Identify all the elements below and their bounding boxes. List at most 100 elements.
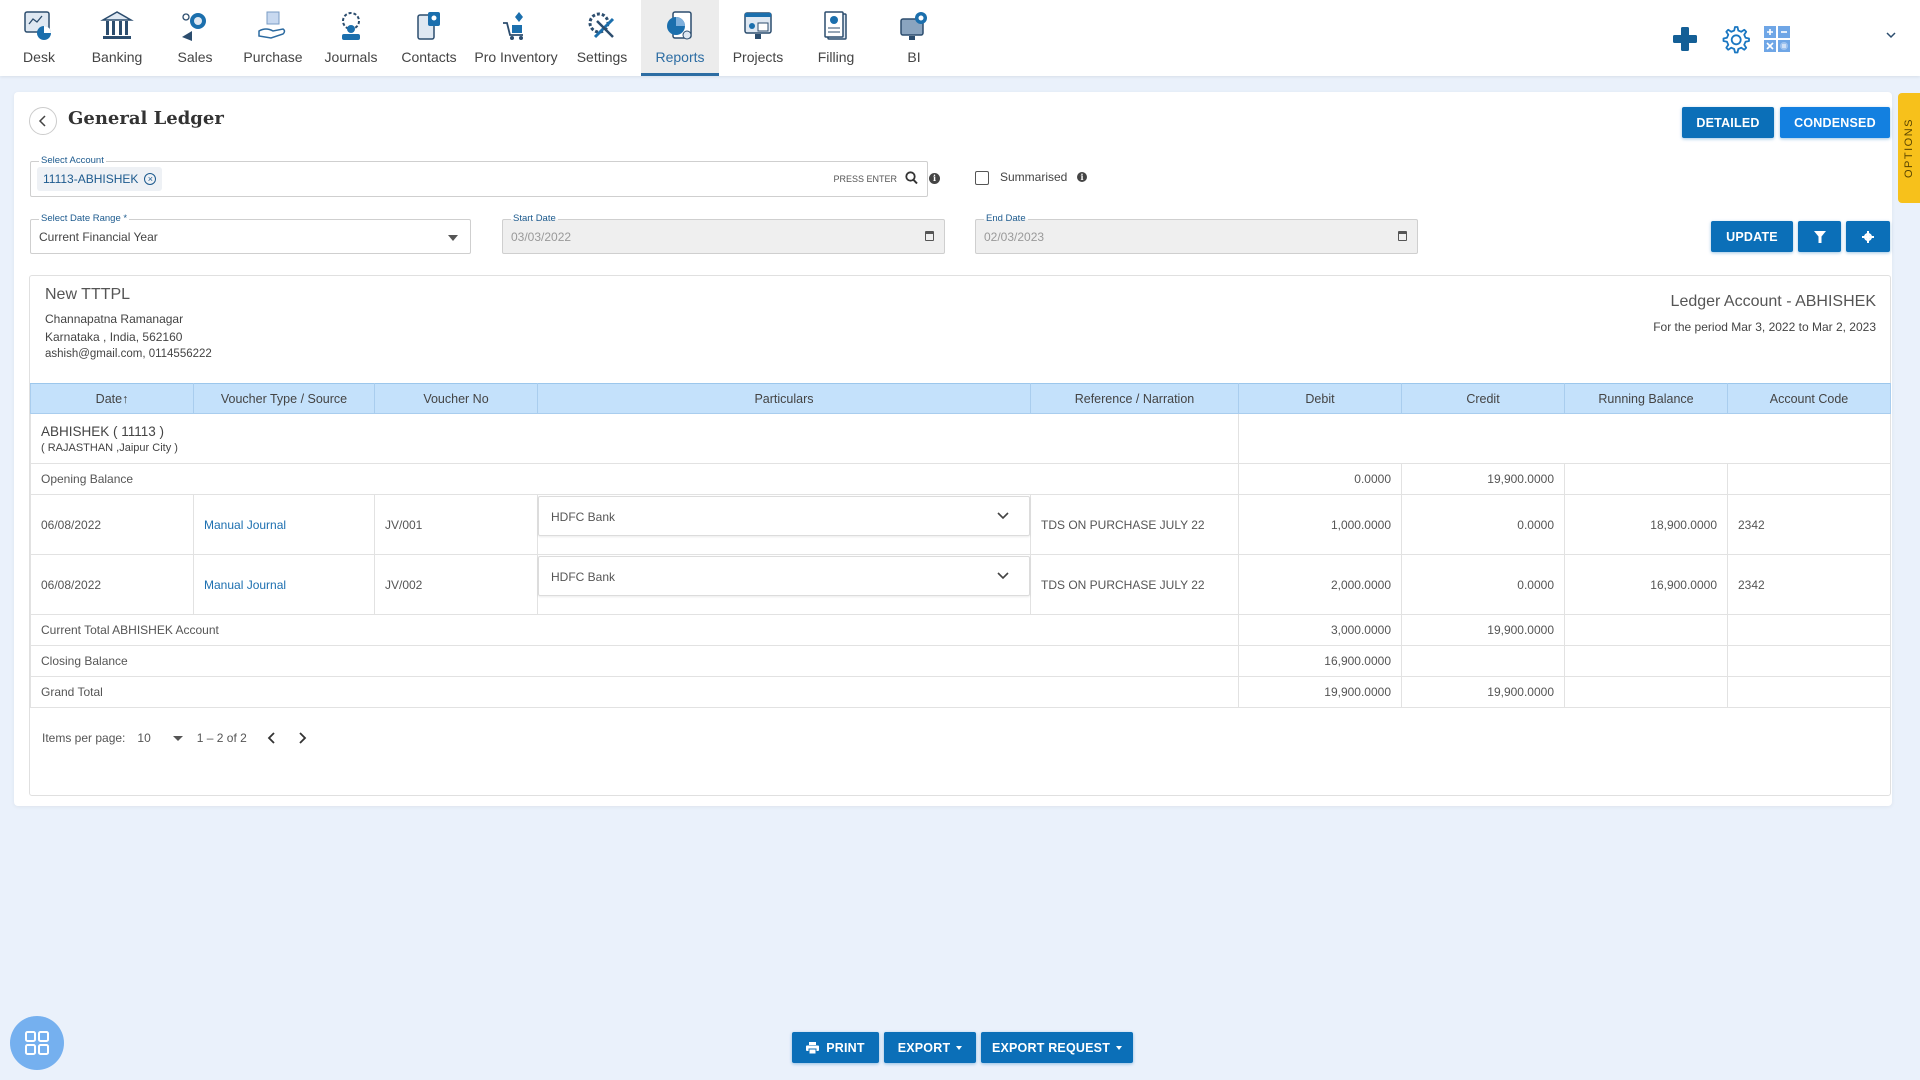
grand-total-credit: 19,900.0000 <box>1401 676 1565 708</box>
caret-down-icon <box>956 1045 963 1050</box>
filling-icon <box>824 11 847 40</box>
start-date-field[interactable]: Start Date 03/03/2022 <box>502 213 945 254</box>
voucher-no: JV/001 <box>374 494 538 555</box>
closing-debit: 16,900.0000 <box>1238 645 1402 677</box>
paginator: Items per page: 10 1 – 2 of 2 <box>42 731 307 745</box>
print-label: PRINT <box>826 1040 865 1055</box>
info-icon[interactable]: i <box>929 173 940 184</box>
nav-item-reports[interactable]: Reports <box>641 0 719 76</box>
column-header-account-code: Account Code <box>1727 383 1891 414</box>
particulars-dropdown[interactable]: HDFC Bank <box>538 556 1030 596</box>
chevron-left-icon <box>38 115 46 127</box>
ledger-period: For the period Mar 3, 2022 to Mar 2, 202… <box>1653 320 1876 334</box>
bank-icon <box>100 11 134 39</box>
export-button[interactable]: EXPORT <box>884 1032 976 1063</box>
narration: TDS ON PURCHASE JULY 22 <box>1030 554 1239 615</box>
opening-debit: 0.0000 <box>1238 463 1402 495</box>
field-label: Start Date <box>511 213 558 225</box>
closing-balance-row: Closing Balance 16,900.0000 <box>30 645 1891 677</box>
date-range-select[interactable]: Select Date Range * Current Financial Ye… <box>30 213 471 254</box>
nav-label: BI <box>907 49 921 65</box>
nav-item-journals[interactable]: Journals <box>312 0 390 76</box>
row-date: 06/08/2022 <box>30 494 194 555</box>
nav-label: Contacts <box>401 49 457 65</box>
nav-label: Purchase <box>243 49 303 65</box>
bi-icon <box>900 12 927 40</box>
detailed-button[interactable]: DETAILED <box>1682 107 1774 138</box>
current-total-label: Current Total ABHISHEK Account <box>30 614 1239 646</box>
current-total-credit: 19,900.0000 <box>1401 614 1565 646</box>
nav-label: Journals <box>324 49 378 65</box>
top-navigation: Desk Banking Sales Purchase Journals Con… <box>0 0 1920 76</box>
address-line-2: Karnataka , India, 562160 <box>45 330 183 344</box>
items-per-page-label: Items per page: <box>42 731 126 745</box>
row-date: 06/08/2022 <box>30 554 194 615</box>
print-button[interactable]: PRINT <box>792 1032 879 1063</box>
nav-item-sales[interactable]: Sales <box>156 0 234 76</box>
nav-item-settings[interactable]: Settings <box>563 0 641 76</box>
select-account-field[interactable]: Select Account 11113-ABHISHEK × PRESS EN… <box>30 155 928 197</box>
info-icon[interactable]: i <box>1077 172 1087 182</box>
particulars-dropdown[interactable]: HDFC Bank <box>538 496 1030 536</box>
current-total-row: Current Total ABHISHEK Account 3,000.000… <box>30 614 1891 646</box>
calculator-icon[interactable] <box>1762 24 1792 54</box>
voucher-type-link[interactable]: Manual Journal <box>193 554 375 615</box>
ledger-table: Date↑ Voucher Type / Source Voucher No P… <box>30 383 1891 708</box>
column-header-running-balance: Running Balance <box>1564 383 1728 414</box>
nav-item-bi[interactable]: BI <box>875 0 953 76</box>
previous-page-button[interactable] <box>267 732 277 744</box>
opening-balance-row: Opening Balance 0.0000 19,900.0000 <box>30 463 1891 495</box>
chevron-down-icon[interactable] <box>1884 28 1898 42</box>
plus-icon[interactable] <box>1670 24 1700 54</box>
voucher-no: JV/002 <box>374 554 538 615</box>
chevron-down-icon <box>997 512 1009 520</box>
settings-icon <box>588 12 615 39</box>
items-per-page-select[interactable]: 10 <box>137 731 183 745</box>
apps-launcher-button[interactable] <box>10 1016 64 1070</box>
search-icon[interactable] <box>905 171 918 185</box>
export-label: EXPORT <box>897 1040 951 1055</box>
next-page-button[interactable] <box>297 732 307 744</box>
nav-item-desk[interactable]: Desk <box>0 0 78 76</box>
export-request-button[interactable]: EXPORT REQUEST <box>981 1032 1133 1063</box>
calendar-icon[interactable] <box>1398 231 1407 241</box>
column-header-particulars: Particulars <box>537 383 1031 414</box>
credit: 0.0000 <box>1401 494 1565 555</box>
nav-item-banking[interactable]: Banking <box>78 0 156 76</box>
condensed-button[interactable]: CONDENSED <box>1780 107 1890 138</box>
column-header-voucher-type: Voucher Type / Source <box>193 383 375 414</box>
table-row: 06/08/2022 Manual Journal JV/001 HDFC Ba… <box>30 494 1891 555</box>
nav-item-purchase[interactable]: Purchase <box>234 0 312 76</box>
nav-label: Reports <box>655 49 705 65</box>
settings-button[interactable] <box>1846 221 1890 252</box>
projects-icon <box>744 12 772 39</box>
gear-icon[interactable] <box>1720 24 1750 54</box>
nav-item-pro-inventory[interactable]: Pro Inventory <box>468 0 564 76</box>
options-tab[interactable]: OPTIONS <box>1898 93 1920 203</box>
company-contact: ashish@gmail.com, 0114556222 <box>45 348 212 360</box>
column-header-date[interactable]: Date↑ <box>30 383 194 414</box>
running-balance: 18,900.0000 <box>1564 494 1728 555</box>
column-header-credit: Credit <box>1401 383 1565 414</box>
back-button[interactable] <box>29 107 57 135</box>
summarised-checkbox[interactable] <box>975 171 989 185</box>
nav-item-projects[interactable]: Projects <box>719 0 797 76</box>
end-date-value: 02/03/2023 <box>984 230 1045 244</box>
address-line-1: Channapatna Ramanagar <box>45 312 184 326</box>
remove-chip-icon[interactable]: × <box>144 173 157 185</box>
nav-item-filling[interactable]: Filling <box>797 0 875 76</box>
nav-label: Pro Inventory <box>474 49 558 65</box>
current-total-debit: 3,000.0000 <box>1238 614 1402 646</box>
column-header-narration: Reference / Narration <box>1030 383 1239 414</box>
update-button[interactable]: UPDATE <box>1711 221 1793 252</box>
column-header-voucher-no: Voucher No <box>374 383 538 414</box>
voucher-type-link[interactable]: Manual Journal <box>193 494 375 555</box>
sales-icon <box>182 13 206 41</box>
page-title: General Ledger <box>68 108 224 129</box>
nav-label: Banking <box>91 49 143 65</box>
nav-item-contacts[interactable]: Contacts <box>390 0 468 76</box>
end-date-field[interactable]: End Date 02/03/2023 <box>975 213 1418 254</box>
date-range-value: Current Financial Year <box>39 230 158 244</box>
calendar-icon[interactable] <box>925 231 934 241</box>
filter-button[interactable] <box>1798 221 1841 252</box>
